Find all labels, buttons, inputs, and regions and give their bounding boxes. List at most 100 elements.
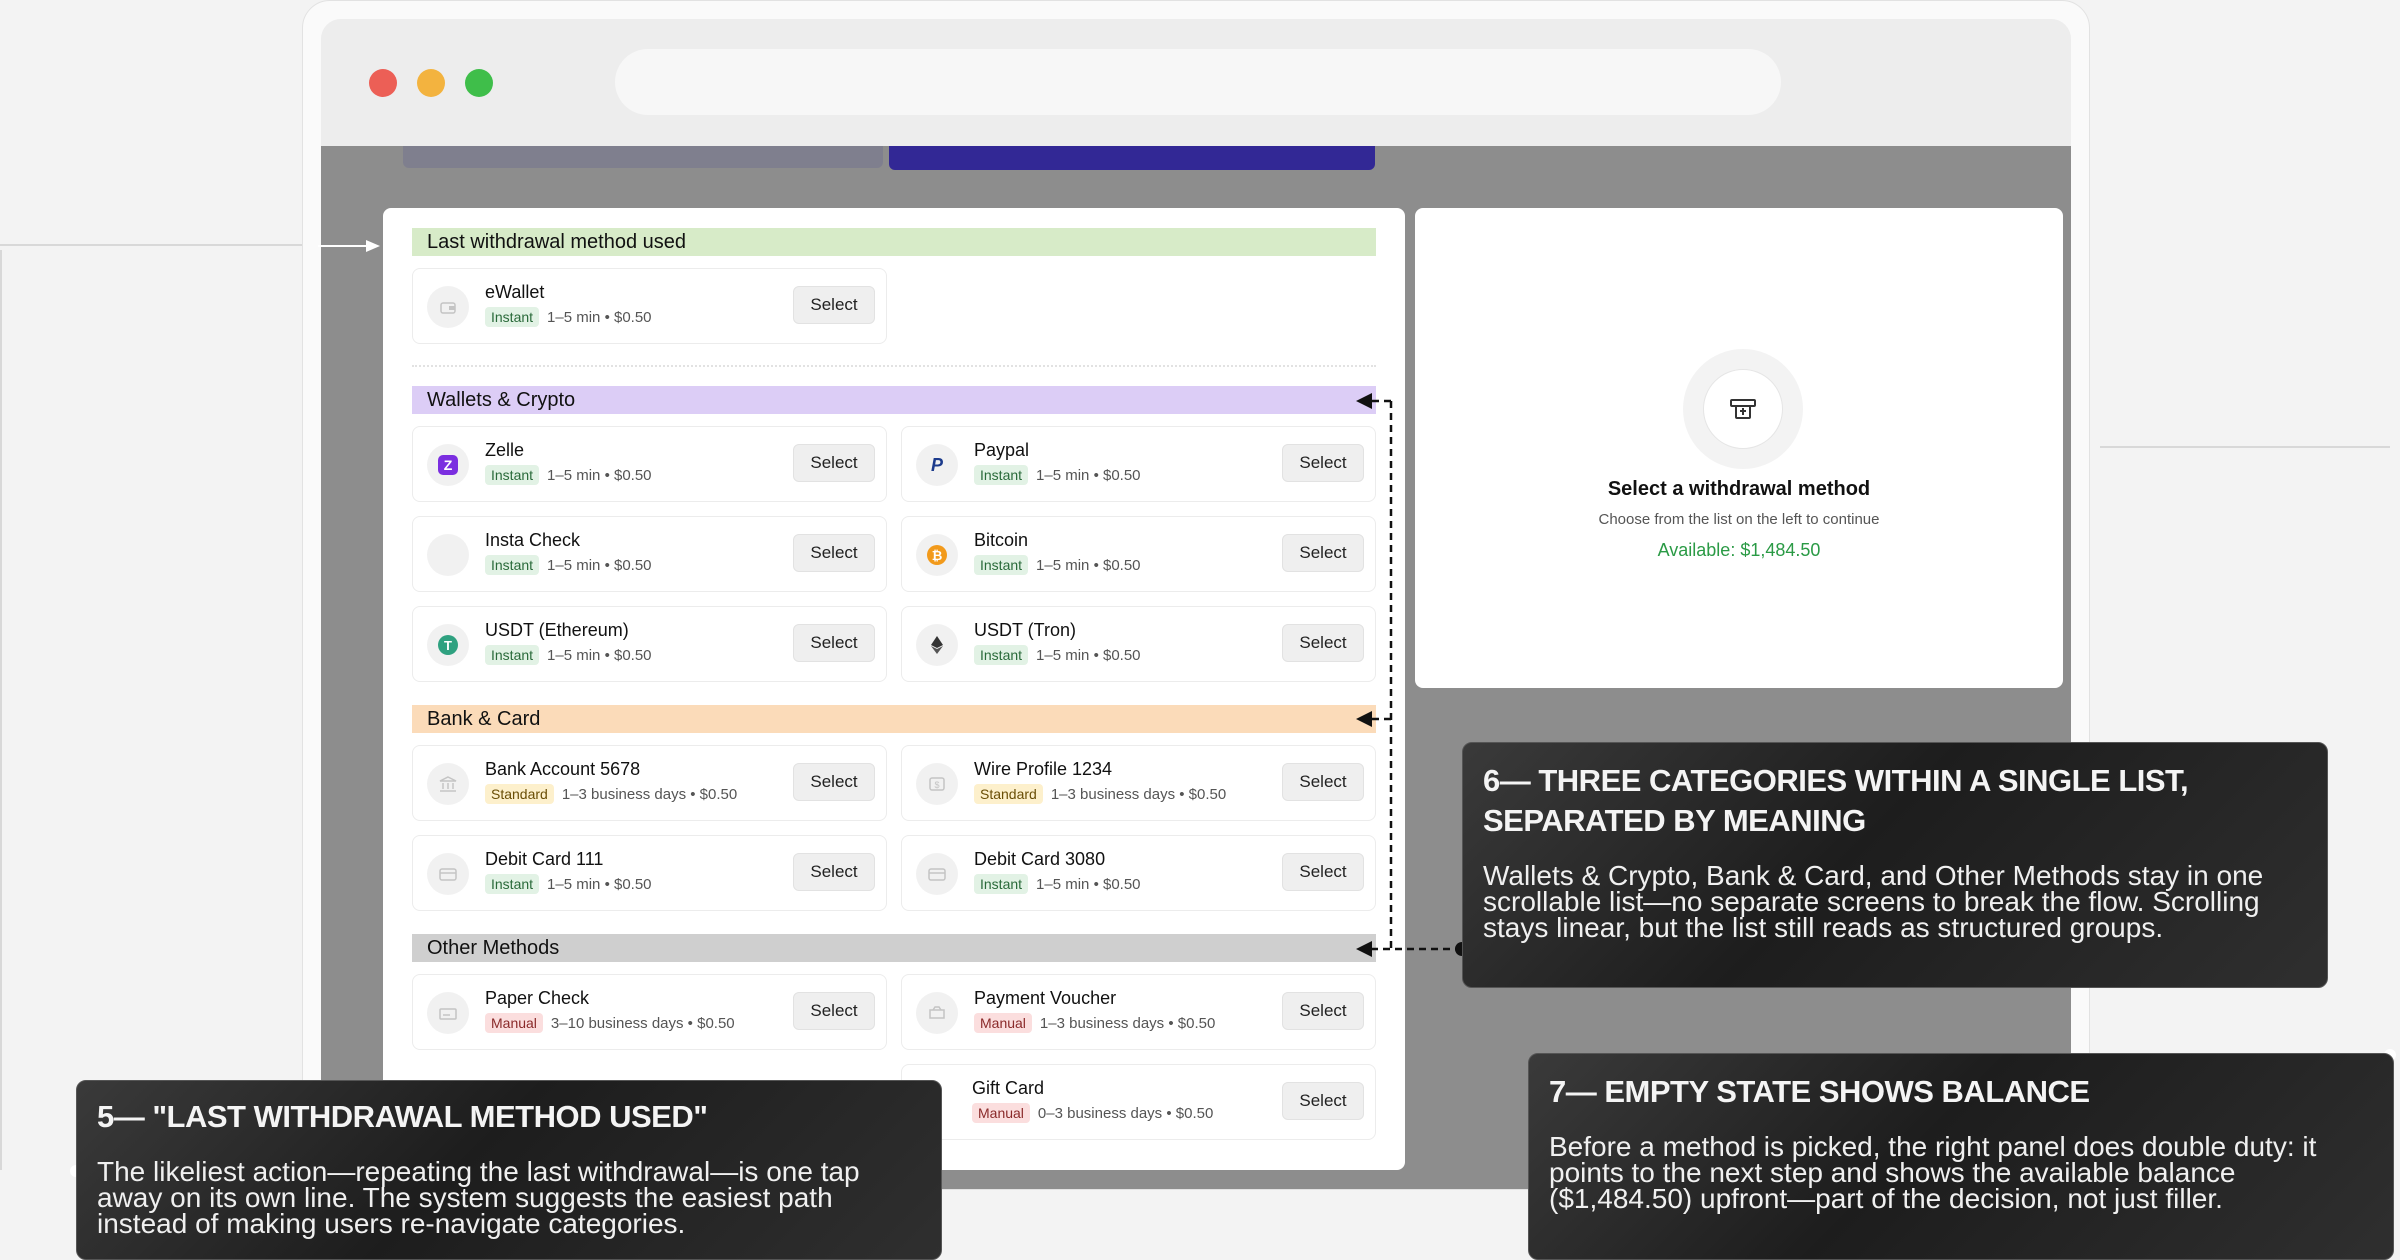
- bank-icon: [427, 763, 469, 805]
- svg-text:T: T: [444, 638, 452, 653]
- callout-5: 5— "LAST WITHDRAWAL METHOD USED" The lik…: [76, 1080, 942, 1260]
- empty-state-subtitle: Choose from the list on the left to cont…: [1598, 511, 1880, 528]
- ethereum-icon: [916, 624, 958, 666]
- speed-badge: Instant: [974, 465, 1029, 485]
- speed-badge: Instant: [485, 465, 540, 485]
- select-button[interactable]: Select: [793, 853, 875, 891]
- select-button[interactable]: Select: [1282, 1082, 1364, 1120]
- empty-state-icon-bg: [1683, 349, 1803, 469]
- method-card-paper-check[interactable]: Paper Check Manual 3–10 business days • $…: [412, 974, 887, 1050]
- bitcoin-icon: ₿: [916, 534, 958, 576]
- select-button[interactable]: Select: [1282, 763, 1364, 801]
- speed-badge: Instant: [974, 555, 1029, 575]
- method-name: Debit Card 111: [485, 849, 604, 869]
- method-time-fee: 1–5 min • $0.50: [547, 556, 652, 574]
- callout-title: 5— "LAST WITHDRAWAL METHOD USED": [97, 1099, 708, 1134]
- select-button[interactable]: Select: [1282, 853, 1364, 891]
- guide-line: [2100, 446, 2390, 448]
- callout-6: 6— THREE CATEGORIES WITHIN A SINGLE LIST…: [1462, 742, 2328, 988]
- credit-card-icon: [916, 853, 958, 895]
- select-button[interactable]: Select: [793, 286, 875, 324]
- method-time-fee: 1–5 min • $0.50: [1036, 556, 1141, 574]
- method-card-wire-profile[interactable]: $ Wire Profile 1234 Standard 1–3 business…: [901, 745, 1376, 821]
- paypal-icon: P: [916, 444, 958, 486]
- method-time-fee: 1–3 business days • $0.50: [561, 785, 738, 803]
- method-time-fee: 1–3 business days • $0.50: [1050, 785, 1227, 803]
- method-card-usdt-ethereum[interactable]: T USDT (Ethereum) Instant 1–5 min • $0.50…: [412, 606, 887, 682]
- callout-title: 6— THREE CATEGORIES WITHIN A SINGLE LIST…: [1483, 763, 2189, 838]
- svg-text:$: $: [934, 780, 939, 790]
- select-button[interactable]: Select: [793, 444, 875, 482]
- method-name: Bank Account 5678: [485, 759, 641, 779]
- check-icon: [427, 992, 469, 1034]
- background-button: [889, 146, 1375, 170]
- method-name: USDT (Tron): [974, 620, 1077, 640]
- method-time-fee: 1–5 min • $0.50: [1036, 646, 1141, 664]
- method-time-fee: 1–5 min • $0.50: [547, 646, 652, 664]
- select-button[interactable]: Select: [1282, 534, 1364, 572]
- callout-body: Before a method is picked, the right pan…: [1549, 1131, 2317, 1214]
- callout-7: 7— EMPTY STATE SHOWS BALANCE Before a me…: [1528, 1053, 2394, 1260]
- speed-badge: Instant: [485, 555, 540, 575]
- guide-line: [0, 250, 2, 1170]
- method-card-payment-voucher[interactable]: Payment Voucher Manual 1–3 business days …: [901, 974, 1376, 1050]
- speed-badge: Standard: [485, 784, 554, 804]
- method-name: Zelle: [485, 440, 525, 460]
- background-field: [403, 146, 883, 168]
- method-card-gift-card[interactable]: Gift Card Manual 0–3 business days • $0.5…: [901, 1064, 1376, 1140]
- method-name: Paper Check: [485, 988, 590, 1008]
- section-header-last: Last withdrawal method used: [412, 228, 1376, 256]
- speed-badge: Manual: [974, 1013, 1032, 1033]
- available-balance: Available: $1,484.50: [1657, 540, 1821, 560]
- speed-badge: Manual: [485, 1013, 543, 1033]
- speed-badge: Instant: [485, 874, 540, 894]
- address-bar[interactable]: [615, 49, 1781, 115]
- method-card-ewallet[interactable]: eWallet Instant 1–5 min • $0.50 Select: [412, 268, 887, 344]
- speed-badge: Instant: [974, 874, 1029, 894]
- method-card-insta-check[interactable]: Insta Check Instant 1–5 min • $0.50 Selec…: [412, 516, 887, 592]
- method-name: Wire Profile 1234: [974, 759, 1113, 779]
- close-window-button[interactable]: [369, 69, 397, 97]
- title-bar: [321, 19, 2071, 146]
- method-time-fee: 3–10 business days • $0.50: [550, 1014, 735, 1032]
- empty-state-title: Select a withdrawal method: [1607, 478, 1871, 500]
- maximize-window-button[interactable]: [465, 69, 493, 97]
- credit-card-icon: [427, 853, 469, 895]
- empty-state-panel: Select a withdrawal method Choose from t…: [1415, 208, 2063, 688]
- callout-title: 7— EMPTY STATE SHOWS BALANCE: [1549, 1074, 2090, 1109]
- zelle-icon: Z: [427, 444, 469, 486]
- select-button[interactable]: Select: [793, 534, 875, 572]
- method-time-fee: 1–5 min • $0.50: [547, 875, 652, 893]
- speed-badge: Instant: [485, 645, 540, 665]
- method-card-zelle[interactable]: Z Zelle Instant 1–5 min • $0.50 Select: [412, 426, 887, 502]
- method-time-fee: 1–5 min • $0.50: [547, 466, 652, 484]
- minimize-window-button[interactable]: [417, 69, 445, 97]
- atm-icon: [1703, 369, 1783, 449]
- method-card-paypal[interactable]: P Paypal Instant 1–5 min • $0.50 Select: [901, 426, 1376, 502]
- select-button[interactable]: Select: [1282, 992, 1364, 1030]
- method-time-fee: 0–3 business days • $0.50: [1037, 1104, 1214, 1122]
- method-card-bank-account[interactable]: Bank Account 5678 Standard 1–3 business d…: [412, 745, 887, 821]
- method-card-usdt-tron[interactable]: USDT (Tron) Instant 1–5 min • $0.50 Selec…: [901, 606, 1376, 682]
- section-divider: [412, 365, 1376, 367]
- select-button[interactable]: Select: [1282, 624, 1364, 662]
- select-button[interactable]: Select: [793, 763, 875, 801]
- select-button[interactable]: Select: [793, 624, 875, 662]
- withdrawal-method-list: Last withdrawal method used eWallet Inst…: [383, 208, 1405, 1170]
- method-name: Paypal: [974, 440, 1030, 460]
- method-time-fee: 1–5 min • $0.50: [1036, 466, 1141, 484]
- method-card-bitcoin[interactable]: ₿ Bitcoin Instant 1–5 min • $0.50 Select: [901, 516, 1376, 592]
- speed-badge: Instant: [485, 307, 540, 327]
- guide-line: [0, 244, 302, 246]
- wire-transfer-icon: $: [916, 763, 958, 805]
- speed-badge: Instant: [974, 645, 1029, 665]
- method-time-fee: 1–5 min • $0.50: [1036, 875, 1141, 893]
- method-name: Payment Voucher: [974, 988, 1117, 1008]
- select-button[interactable]: Select: [1282, 444, 1364, 482]
- method-card-debit-3080[interactable]: Debit Card 3080 Instant 1–5 min • $0.50 S…: [901, 835, 1376, 911]
- voucher-icon: [916, 992, 958, 1034]
- select-button[interactable]: Select: [793, 992, 875, 1030]
- callout-body: Wallets & Crypto, Bank & Card, and Other…: [1483, 860, 2264, 943]
- svg-text:Z: Z: [444, 457, 453, 473]
- method-card-debit-111[interactable]: Debit Card 111 Instant 1–5 min • $0.50 Se…: [412, 835, 887, 911]
